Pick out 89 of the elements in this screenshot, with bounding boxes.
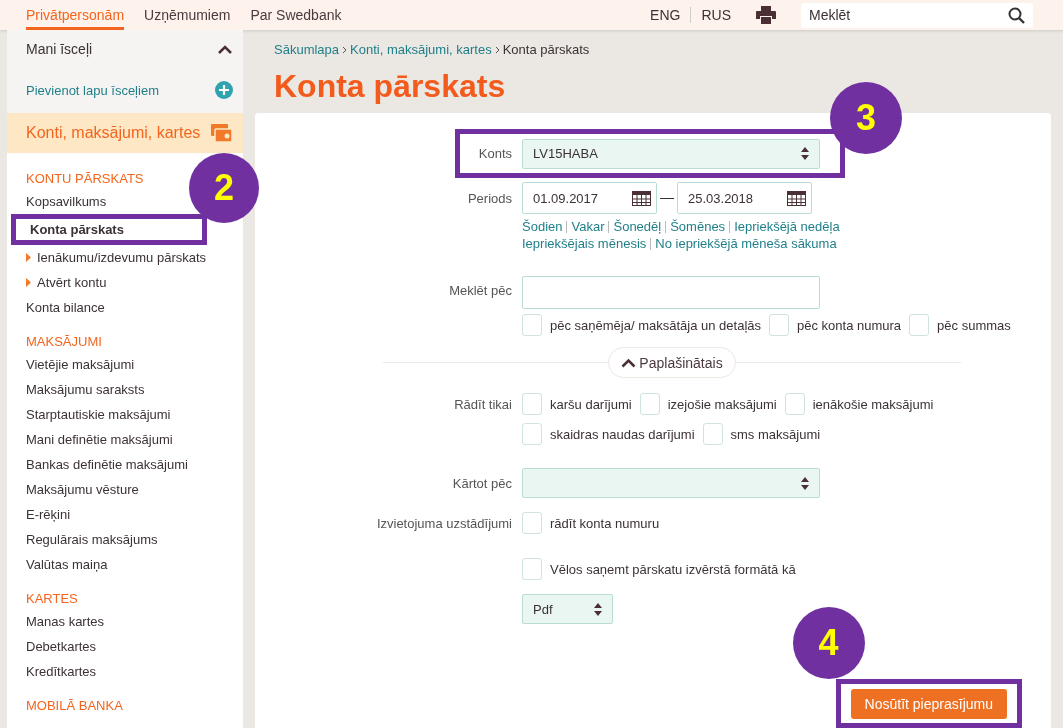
menu-heading: MOBILĀ BANKA — [26, 696, 123, 715]
step-number-badge: 4 — [792, 607, 865, 679]
menu-item[interactable]: Konta bilance — [26, 300, 105, 315]
section-title: Konti, maksājumi, kartes — [26, 124, 201, 142]
field-label: Periods — [466, 190, 512, 206]
menu-item[interactable]: Bankas definētie maksājumi — [26, 457, 188, 472]
page-title: Konta pārskats — [274, 67, 507, 106]
checkbox-label: ienākošie maksājumi — [812, 396, 934, 412]
step-number-badge: 3 — [830, 82, 902, 154]
field-label: Kārtot pēc — [451, 475, 512, 491]
step-number-badge: 2 — [189, 153, 259, 223]
format-select[interactable]: Pdf — [522, 594, 613, 624]
calendar-icon[interactable] — [632, 190, 651, 206]
printer-icon[interactable] — [756, 6, 776, 24]
menu-item[interactable]: Konta pārskats — [30, 222, 124, 237]
plus-icon[interactable] — [215, 81, 233, 99]
checkbox[interactable] — [522, 512, 542, 534]
menu-heading: KONTU PĀRSKATS — [26, 169, 144, 188]
search-input[interactable] — [522, 275, 820, 309]
search-field[interactable]: Meklēt — [801, 2, 1033, 28]
language-link[interactable]: RUS — [701, 7, 731, 23]
field-label: Izvietojuma uzstādījumi — [375, 515, 512, 531]
menu-item[interactable]: Starptautiskie maksājumi — [26, 407, 171, 422]
checkbox[interactable] — [909, 314, 930, 336]
menu-item[interactable]: Kopsavilkums — [26, 194, 107, 209]
search-icon[interactable] — [1008, 6, 1025, 24]
checkbox-label: karšu darījumi — [550, 396, 632, 412]
bullet-triangle-icon — [26, 253, 31, 262]
menu-item[interactable]: Valūtas maiņa — [26, 557, 108, 572]
period-link[interactable]: Iepriekšējā nedēļa — [734, 218, 840, 235]
menu-item[interactable]: Vietējie maksājumi — [26, 357, 135, 372]
breadcrumb-link[interactable]: Sākumlapa — [274, 41, 340, 57]
date-field[interactable]: 01.09.2017 — [522, 182, 657, 214]
select-arrows-icon — [801, 476, 809, 490]
nav-tab[interactable]: Uzņēmumiem — [144, 0, 231, 30]
checkbox-label: rādīt konta numuru — [550, 515, 660, 531]
breadcrumb-link[interactable]: Konti, maksājumi, kartes — [350, 41, 492, 57]
menu-item[interactable]: Maksājumu vēsture — [26, 482, 139, 497]
checkbox[interactable] — [522, 558, 542, 580]
checkbox[interactable] — [702, 423, 723, 445]
breadcrumb-current: Konta pārskats — [502, 41, 590, 57]
calendar-icon[interactable] — [787, 190, 806, 206]
menu-item[interactable]: Ienākumu/izdevumu pārskats — [37, 250, 207, 265]
shortcuts-title: Mani īsceļi — [26, 40, 93, 57]
menu-item[interactable]: E-rēķini — [26, 507, 71, 522]
checkbox[interactable] — [522, 423, 542, 445]
period-link[interactable]: Vakar — [571, 218, 605, 235]
checkbox[interactable] — [522, 393, 542, 415]
date-field[interactable]: 25.03.2018 — [677, 182, 812, 214]
menu-heading: MAKSĀJUMI — [26, 332, 102, 351]
sort-select[interactable] — [522, 468, 820, 498]
period-link[interactable]: Šonedēļ — [613, 218, 662, 235]
field-label: Rādīt tikai — [453, 396, 512, 412]
checkbox-label: Vēlos saņemt pārskatu izvērstā formātā kā — [550, 561, 796, 577]
account-select[interactable]: LV15HABA — [522, 138, 820, 169]
select-arrows-icon — [594, 602, 602, 616]
advanced-toggle-button[interactable]: Paplašinātais — [608, 347, 736, 378]
menu-item[interactable]: Debetkartes — [26, 639, 97, 654]
chevron-icon — [621, 357, 637, 368]
checkbox-label: pēc saņēmēja/ maksātāja un detaļās — [550, 317, 761, 333]
cards-icon — [211, 123, 233, 143]
menu-item[interactable]: Maksājumu saraksts — [26, 382, 145, 397]
checkbox[interactable] — [769, 314, 789, 336]
checkbox-label: skaidras naudas darījumi — [550, 426, 695, 442]
bullet-triangle-icon — [26, 278, 31, 287]
period-link[interactable]: Šomēnes — [670, 218, 726, 235]
nav-tab[interactable]: Par Swedbank — [250, 0, 342, 30]
field-label: Konts — [477, 146, 512, 161]
period-link[interactable]: Šodien — [522, 218, 563, 235]
select-arrows-icon — [801, 147, 809, 160]
checkbox[interactable] — [639, 393, 660, 415]
menu-item[interactable]: Kredītkartes — [26, 664, 97, 679]
menu-item[interactable]: Mani definētie maksājumi — [26, 432, 173, 447]
period-link[interactable]: No iepriekšējā mēneša sākuma — [655, 235, 837, 252]
menu-item[interactable]: Manas kartes — [26, 614, 105, 629]
checkbox[interactable] — [522, 314, 542, 336]
menu-heading: KARTES — [26, 589, 78, 608]
checkbox-label: pēc summas — [937, 317, 1011, 333]
period-link[interactable]: Iepriekšējais mēnesis — [522, 235, 647, 252]
field-label: Meklēt pēc — [448, 282, 512, 298]
menu-item[interactable]: Atvērt kontu — [37, 275, 107, 290]
checkbox[interactable] — [784, 393, 805, 415]
checkbox-label: sms maksājumi — [730, 426, 821, 442]
add-shortcut-link[interactable]: Pievienot lapu īsceļiem — [26, 82, 159, 98]
chevron-icon[interactable] — [217, 43, 233, 54]
menu-item[interactable]: Regulārais maksājums — [26, 532, 158, 547]
checkbox-label: pēc konta numura — [797, 317, 902, 333]
language-link[interactable]: ENG — [650, 7, 681, 23]
checkbox-label: izejošie maksājumi — [667, 396, 777, 412]
